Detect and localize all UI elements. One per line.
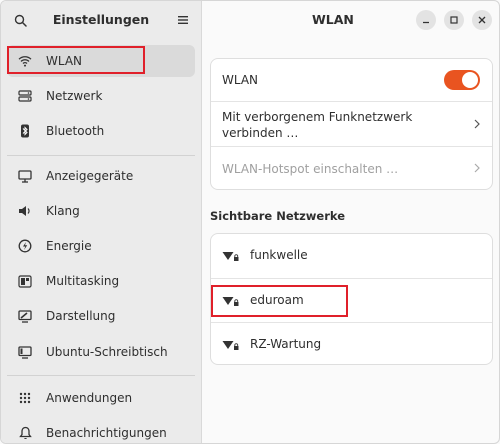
minimize-button[interactable] xyxy=(416,10,436,30)
sidebar-item-anwendungen[interactable]: Anwendungen xyxy=(7,382,195,414)
chevron-right-icon xyxy=(472,161,482,175)
sidebar-item-label: Benachrichtigungen xyxy=(46,426,167,440)
ubuntu-desktop-icon xyxy=(17,344,33,360)
maximize-button[interactable] xyxy=(444,10,464,30)
apps-grid-icon xyxy=(17,390,33,406)
appearance-icon xyxy=(17,308,33,324)
sidebar-item-label: Bluetooth xyxy=(46,124,105,138)
sidebar-item-netzwerk[interactable]: Netzwerk xyxy=(7,80,195,112)
sidebar-item-ubuntu-schreibtisch[interactable]: Ubuntu-Schreibtisch xyxy=(7,336,195,368)
wlan-toggle[interactable] xyxy=(444,70,480,90)
sidebar-item-label: Multitasking xyxy=(46,274,120,288)
sidebar-item-label: Netzwerk xyxy=(46,89,103,103)
power-icon xyxy=(17,238,33,254)
hotspot-label: WLAN-Hotspot einschalten … xyxy=(222,162,399,176)
settings-window: Einstellungen WLAN Netzwerk Bluetooth An… xyxy=(0,0,500,444)
hidden-network-row[interactable]: Mit verborgenem Funknetzwerk verbinden … xyxy=(211,102,492,146)
network-name: RZ-Wartung xyxy=(250,337,322,351)
sidebar-title: Einstellungen xyxy=(52,12,150,27)
bell-icon xyxy=(17,425,33,441)
network-name: funkwelle xyxy=(250,248,308,262)
bluetooth-icon xyxy=(17,123,33,139)
wifi-secured-icon xyxy=(222,297,239,306)
sidebar-item-klang[interactable]: Klang xyxy=(7,195,195,227)
speaker-icon xyxy=(17,203,33,219)
toggle-knob xyxy=(462,72,478,88)
sidebar-item-label: Energie xyxy=(46,239,92,253)
multitasking-icon xyxy=(17,273,33,289)
sidebar-item-benachrichtigungen[interactable]: Benachrichtigungen xyxy=(7,417,195,443)
network-row-rz-wartung[interactable]: RZ-Wartung xyxy=(211,323,492,364)
wifi-icon xyxy=(17,53,33,69)
sidebar-item-label: Anzeigegeräte xyxy=(46,169,134,183)
hotspot-row[interactable]: WLAN-Hotspot einschalten … xyxy=(211,147,492,189)
wifi-secured-icon xyxy=(222,341,239,350)
page-title: WLAN xyxy=(312,12,354,27)
sidebar-item-wlan[interactable]: WLAN xyxy=(7,45,195,77)
sidebar-item-label: Darstellung xyxy=(46,309,116,323)
sidebar-divider xyxy=(7,375,195,376)
networks-card: funkwelle eduroam RZ-Wartung xyxy=(210,233,493,365)
sidebar-item-label: WLAN xyxy=(46,54,83,68)
main-panel: WLAN WLAN Mit verborgenem Funknetzwerk v… xyxy=(202,1,499,443)
sidebar-item-label: Anwendungen xyxy=(46,391,133,405)
chevron-right-icon xyxy=(472,117,482,131)
sidebar: Einstellungen WLAN Netzwerk Bluetooth An… xyxy=(1,1,202,443)
network-name: eduroam xyxy=(250,293,304,307)
sidebar-item-darstellung[interactable]: Darstellung xyxy=(7,300,195,332)
hidden-network-label: Mit verborgenem Funknetzwerk verbinden … xyxy=(222,110,413,140)
sidebar-item-multitasking[interactable]: Multitasking xyxy=(7,265,195,297)
hamburger-menu-icon[interactable] xyxy=(173,10,193,30)
sidebar-item-label: Klang xyxy=(46,204,80,218)
network-row-funkwelle[interactable]: funkwelle xyxy=(211,234,492,278)
sidebar-item-bluetooth[interactable]: Bluetooth xyxy=(7,115,195,147)
sidebar-divider xyxy=(7,155,195,156)
sidebar-item-anzeigegeraete[interactable]: Anzeigegeräte xyxy=(7,160,195,192)
wlan-settings-card: WLAN Mit verborgenem Funknetzwerk verbin… xyxy=(210,58,493,190)
sidebar-item-label: Ubuntu-Schreibtisch xyxy=(46,345,168,359)
main-header: WLAN xyxy=(202,1,499,39)
visible-networks-heading: Sichtbare Netzwerke xyxy=(210,209,346,223)
wifi-secured-icon xyxy=(222,252,239,261)
sidebar-header: Einstellungen xyxy=(1,1,201,39)
wlan-label: WLAN xyxy=(222,73,259,87)
sidebar-item-energie[interactable]: Energie xyxy=(7,230,195,262)
network-icon xyxy=(17,88,33,104)
close-button[interactable] xyxy=(472,10,492,30)
display-icon xyxy=(17,168,33,184)
wlan-toggle-row: WLAN xyxy=(211,59,492,101)
network-row-eduroam[interactable]: eduroam xyxy=(211,279,492,322)
